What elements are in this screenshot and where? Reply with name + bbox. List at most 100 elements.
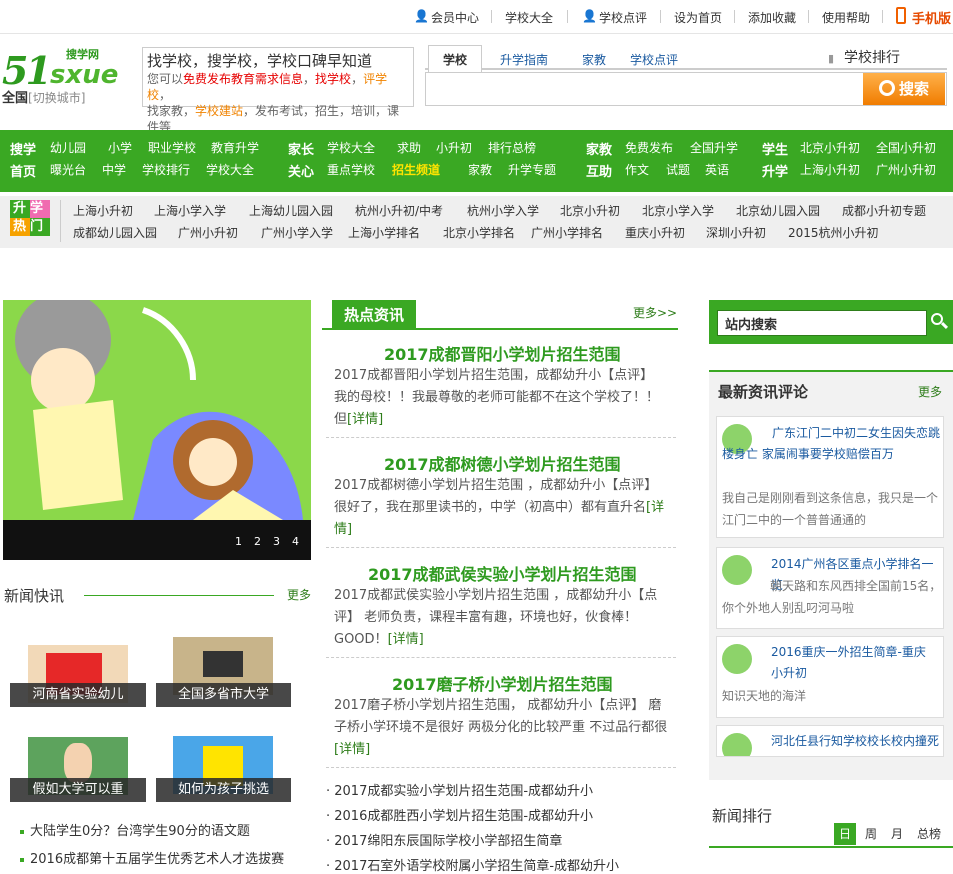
- hot-link[interactable]: 上海小学排名: [348, 224, 420, 241]
- news-list-item[interactable]: 2016成都第十五届学生优秀艺术人才选拔赛: [20, 848, 284, 867]
- hot-link[interactable]: 北京幼儿园入园: [736, 202, 820, 219]
- nav-directory[interactable]: 学校大全: [206, 161, 254, 178]
- rank-tab-all[interactable]: 总榜: [914, 823, 944, 845]
- school-directory-link[interactable]: 学校大全: [505, 9, 553, 26]
- hot-link[interactable]: 杭州小学入学: [467, 202, 539, 219]
- school-ranking-link[interactable]: 学校排行: [844, 47, 900, 67]
- hot-link[interactable]: 重庆小升初: [625, 224, 685, 241]
- hot-link[interactable]: 北京小学入学: [642, 202, 714, 219]
- nav-total-rank[interactable]: 排行总榜: [488, 139, 536, 156]
- hot-link[interactable]: 广州小升初: [178, 224, 238, 241]
- nav-key-school[interactable]: 重点学校: [327, 161, 375, 178]
- tab-school[interactable]: 学校: [428, 45, 483, 73]
- hot-link[interactable]: 杭州小升初/中考: [355, 202, 443, 219]
- nav-home[interactable]: 首页: [10, 161, 36, 180]
- nav-education[interactable]: 教育升学: [211, 139, 259, 156]
- help-link[interactable]: 使用帮助: [822, 9, 870, 26]
- hot-link[interactable]: 成都小升初专题: [842, 202, 926, 219]
- nav-exposure[interactable]: 曝光台: [50, 161, 86, 178]
- nav-national-xsc[interactable]: 全国小升初: [876, 139, 936, 156]
- nav-essay[interactable]: 作文: [625, 161, 649, 178]
- tab-review[interactable]: 学校点评: [630, 51, 678, 68]
- hot-link[interactable]: 广州小学排名: [531, 224, 603, 241]
- nav-school-directory[interactable]: 学校大全: [327, 139, 375, 156]
- add-favorite-link[interactable]: 添加收藏: [748, 9, 796, 26]
- news-thumb-caption[interactable]: 如何为孩子挑选: [156, 778, 291, 802]
- news-detail-link[interactable]: [详情]: [334, 742, 370, 757]
- free-publish-link[interactable]: 免费发布教育需求信息: [183, 72, 303, 86]
- nav-tutor[interactable]: 家教: [468, 161, 492, 178]
- slide-pager: [3, 520, 311, 560]
- tab-tutor[interactable]: 家教: [582, 51, 606, 68]
- slide-dot-4[interactable]: 4: [292, 535, 299, 548]
- slide-dot-2[interactable]: 2: [254, 535, 261, 548]
- news-list-item[interactable]: · 2017成都实验小学划片招生范围-成都幼升小: [326, 780, 593, 799]
- school-site-link[interactable]: 学校建站: [195, 104, 243, 118]
- news-detail-link[interactable]: [详情]: [388, 632, 424, 647]
- find-school-link[interactable]: 找学校: [315, 72, 351, 86]
- hot-link[interactable]: 北京小升初: [560, 202, 620, 219]
- school-review-link[interactable]: 学校点评: [599, 9, 647, 26]
- hot-link[interactable]: 北京小学排名: [443, 224, 515, 241]
- slide-dot-1[interactable]: 1: [235, 535, 242, 548]
- news-list-text: 2016成都第十五届学生优秀艺术人才选拔赛: [30, 852, 285, 867]
- news-list-text: 2017石室外语学校附属小学招生简章-成都幼升小: [334, 859, 620, 874]
- hot-link[interactable]: 成都幼儿园入园: [73, 224, 157, 241]
- comments-more-link[interactable]: 更多: [918, 383, 942, 400]
- nav-kindergarten[interactable]: 幼儿园: [50, 139, 86, 156]
- rank-tab-week[interactable]: 周: [860, 823, 882, 845]
- nav-free-publish[interactable]: 免费发布: [625, 139, 673, 156]
- nav-xsc[interactable]: 小升初: [436, 139, 472, 156]
- nav-shanghai[interactable]: 上海小升初: [800, 161, 860, 178]
- news-list-item[interactable]: · 2016成都胜西小学划片招生范围-成都幼升小: [326, 805, 593, 824]
- comment-title[interactable]: 2016重庆一外招生简章-重庆小升初: [771, 642, 937, 684]
- news-thumb-caption[interactable]: 假如大学可以重: [10, 778, 146, 802]
- news-thumb-caption[interactable]: 全国多省市大学: [156, 683, 291, 707]
- hot-link[interactable]: 上海小学入学: [154, 202, 226, 219]
- news-list-item[interactable]: 大陆学生0分？台湾学生90分的语文题: [20, 820, 250, 839]
- mobile-version-link[interactable]: 手机版: [912, 8, 951, 27]
- search-button[interactable]: 搜索: [863, 73, 945, 105]
- switch-city-link[interactable]: [切换城市]: [28, 91, 85, 105]
- hot-link[interactable]: 深圳小升初: [706, 224, 766, 241]
- nav-help[interactable]: 求助: [397, 139, 421, 156]
- comment-title[interactable]: 河北任县行知学校校长校内撞死: [771, 731, 941, 752]
- news-list-item[interactable]: · 2017石室外语学校附属小学招生简章-成都幼升小: [326, 855, 619, 874]
- site-search-button[interactable]: [930, 312, 949, 332]
- slide-dot-3[interactable]: 3: [273, 535, 280, 548]
- comment-title[interactable]: 广东江门二中初二女生因失恋跳楼身亡 家属闹事要学校赔偿百万: [722, 423, 942, 465]
- rank-tab-day[interactable]: 日: [834, 823, 856, 845]
- hot-link[interactable]: 2015杭州小升初: [788, 224, 879, 241]
- news-title[interactable]: 2017成都树德小学划片招生范围: [384, 451, 621, 475]
- news-flash-more-link[interactable]: 更多: [287, 586, 311, 603]
- nav-primary[interactable]: 小学: [108, 139, 132, 156]
- member-center-link[interactable]: 会员中心: [431, 9, 479, 26]
- nav-admission[interactable]: 招生频道: [392, 161, 440, 178]
- rank-tab-month[interactable]: 月: [886, 823, 908, 845]
- nav-test[interactable]: 试题: [666, 161, 690, 178]
- tab-guide[interactable]: 升学指南: [500, 51, 548, 68]
- site-search-input[interactable]: [717, 310, 927, 336]
- hot-link[interactable]: 上海幼儿园入园: [249, 202, 333, 219]
- site-logo[interactable]: 51 sxue 搜学网: [2, 46, 128, 93]
- news-title[interactable]: 2017成都晋阳小学划片招生范围: [384, 341, 621, 365]
- nav-english[interactable]: 英语: [705, 161, 729, 178]
- hot-link[interactable]: 广州小学入学: [261, 224, 333, 241]
- news-list-item[interactable]: · 2017绵阳东辰国际学校小学部招生简章: [326, 830, 562, 849]
- featured-slide-image[interactable]: [3, 300, 311, 520]
- nav-guangzhou[interactable]: 广州小升初: [876, 161, 936, 178]
- nav-national[interactable]: 全国升学: [690, 139, 738, 156]
- hot-news-more-link[interactable]: 更多>>: [633, 304, 677, 321]
- nav-beijing[interactable]: 北京小升初: [800, 139, 860, 156]
- set-homepage-link[interactable]: 设为首页: [674, 9, 722, 26]
- news-title[interactable]: 2017磨子桥小学划片招生范围: [392, 671, 613, 695]
- hot-link[interactable]: 上海小升初: [73, 202, 133, 219]
- news-thumb-caption[interactable]: 河南省实验幼儿: [10, 683, 146, 707]
- news-title[interactable]: 2017成都武侯实验小学划片招生范围: [368, 561, 637, 585]
- nav-heading: 关心: [288, 165, 315, 180]
- news-detail-link[interactable]: [详情]: [347, 412, 383, 427]
- nav-ranking[interactable]: 学校排行: [142, 161, 190, 178]
- nav-middle[interactable]: 中学: [102, 161, 126, 178]
- nav-vocational[interactable]: 职业学校: [148, 139, 196, 156]
- nav-topic[interactable]: 升学专题: [508, 161, 556, 178]
